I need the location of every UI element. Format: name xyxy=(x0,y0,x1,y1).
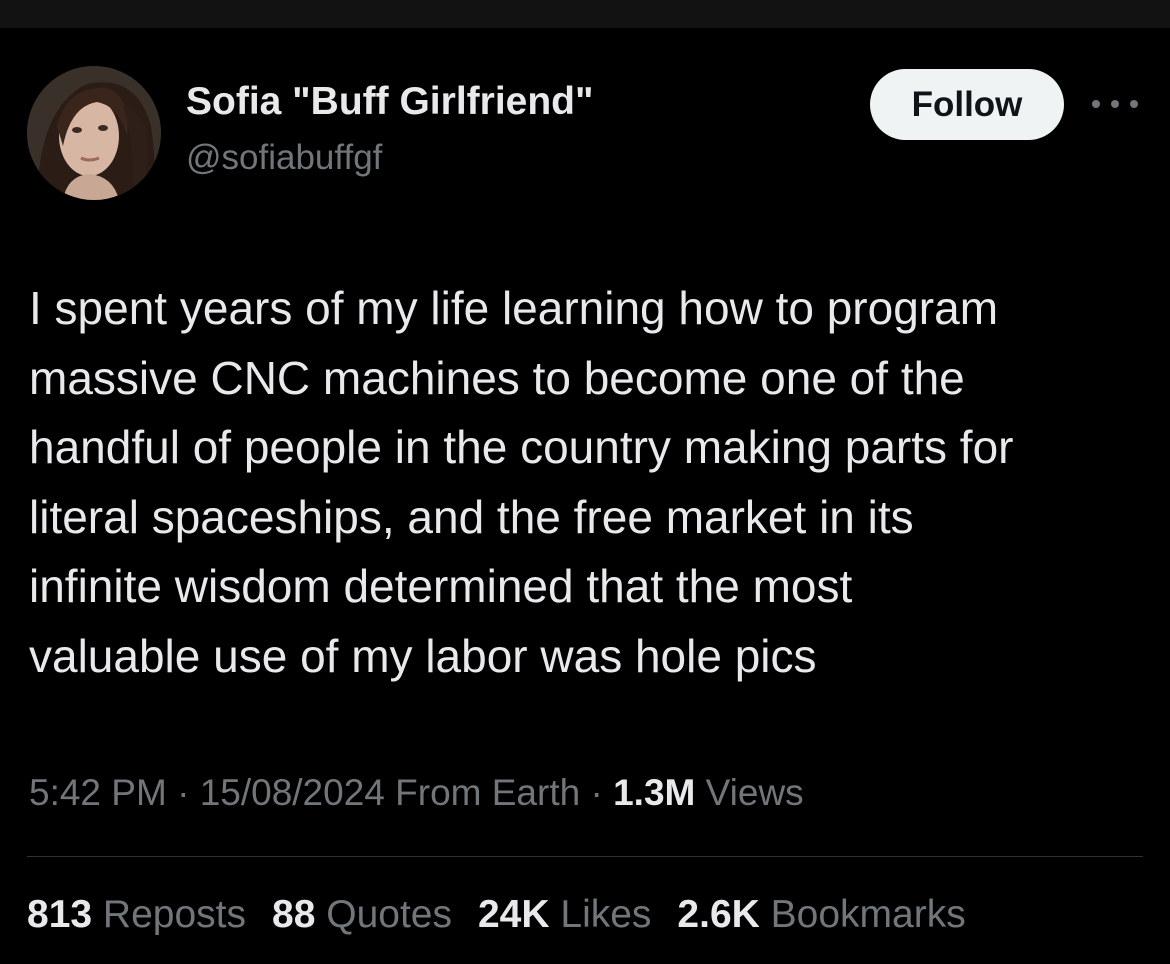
tweet-line: I spent years of my life learning how to… xyxy=(29,282,999,334)
divider xyxy=(27,856,1143,857)
more-horizontal-icon[interactable] xyxy=(1092,91,1138,117)
meta-separator: · xyxy=(177,772,190,813)
reposts-label: Reposts xyxy=(102,893,246,936)
bookmarks-label: Bookmarks xyxy=(770,893,966,936)
tweet-date[interactable]: 15/08/2024 xyxy=(200,772,385,813)
top-strip xyxy=(0,0,1170,28)
bookmarks-count: 2.6K xyxy=(677,893,760,936)
likes-stat[interactable]: 24K Likes xyxy=(478,893,651,937)
reposts-stat[interactable]: 813 Reposts xyxy=(27,893,246,937)
more-dot xyxy=(1111,100,1119,108)
views-label[interactable]: Views xyxy=(706,772,804,813)
bookmarks-stat[interactable]: 2.6K Bookmarks xyxy=(677,893,965,937)
reposts-count: 813 xyxy=(27,893,93,936)
quotes-count: 88 xyxy=(272,893,316,936)
likes-count: 24K xyxy=(477,893,550,936)
author-display-name[interactable]: Sofia "Buff Girlfriend" xyxy=(186,80,593,124)
engagement-stats: 813 Reposts 88 Quotes 24K Likes 2.6K Boo… xyxy=(27,893,966,937)
tweet-line: valuable use of my labor was hole pics xyxy=(29,629,817,682)
quotes-stat[interactable]: 88 Quotes xyxy=(272,893,452,937)
meta-separator: · xyxy=(590,772,603,813)
more-dot xyxy=(1130,100,1138,108)
likes-label: Likes xyxy=(560,893,652,936)
tweet-text: I spent years of my life learning how to… xyxy=(29,274,1154,691)
more-dot xyxy=(1092,100,1100,108)
tweet-metadata: 5:42 PM · 15/08/2024 From Earth · 1.3M V… xyxy=(29,772,804,814)
avatar-image xyxy=(27,66,161,200)
tweet-line: handful of people in the country making … xyxy=(29,421,1014,473)
author-handle[interactable]: @sofiabuffgf xyxy=(186,138,382,178)
quotes-label: Quotes xyxy=(326,893,452,936)
avatar[interactable] xyxy=(27,66,161,200)
tweet-line: infinite wisdom determined that the most xyxy=(29,560,853,612)
tweet-line: literal spaceships, and the free market … xyxy=(29,490,914,543)
tweet-line: massive CNC machines to become one of th… xyxy=(29,351,965,404)
views-count[interactable]: 1.3M xyxy=(613,772,695,813)
tweet-source: From Earth xyxy=(395,772,581,813)
tweet-time[interactable]: 5:42 PM xyxy=(29,772,167,813)
follow-button[interactable]: Follow xyxy=(870,69,1064,140)
